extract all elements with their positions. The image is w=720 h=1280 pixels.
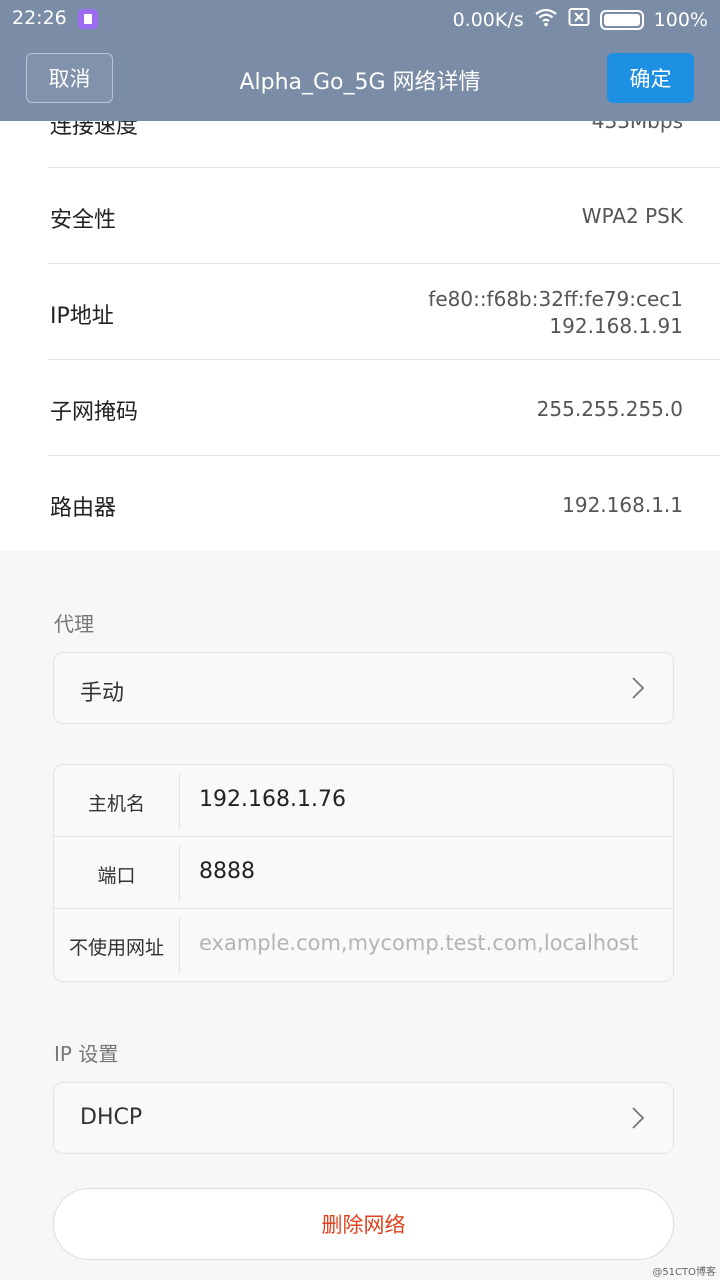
bypass-label: 不使用网址: [68, 937, 164, 959]
ip-address-label: IP地址: [50, 304, 114, 329]
status-time: 22:26: [12, 7, 67, 29]
subnet-mask-value: 255.255.255.0: [536, 397, 683, 421]
ip-settings-value: DHCP: [80, 1105, 143, 1130]
ip-settings-section-label: IP 设置: [54, 1042, 119, 1066]
divider: [179, 773, 180, 829]
proxy-mode-select[interactable]: 手动: [53, 652, 674, 724]
battery-icon: [599, 9, 644, 30]
cancel-button[interactable]: 取消: [26, 53, 113, 103]
port-input[interactable]: 8888: [199, 859, 255, 884]
divider: [179, 917, 180, 973]
bypass-input[interactable]: example.com,mycomp.test.com,localhost: [199, 931, 638, 955]
chevron-right-icon: [632, 1107, 645, 1129]
ipv4-address: 192.168.1.91: [549, 314, 683, 338]
host-input[interactable]: 192.168.1.76: [199, 787, 346, 812]
ipv6-address: fe80::f68b:32ff:fe79:cec1: [428, 287, 683, 311]
proxy-host-row: 主机名 192.168.1.76: [54, 765, 673, 837]
wifi-icon: [534, 7, 558, 32]
info-row-security: 安全性 WPA2 PSK: [48, 168, 720, 264]
confirm-button[interactable]: 确定: [607, 53, 694, 103]
status-bar: 22:26 0.00K/s 100%: [0, 0, 720, 38]
info-row-ip-address: IP地址 fe80::f68b:32ff:fe79:cec1 192.168.1…: [48, 264, 720, 360]
info-row-subnet-mask: 子网掩码 255.255.255.0: [48, 360, 720, 456]
sim-icon: [568, 7, 590, 32]
proxy-mode-value: 手动: [80, 681, 125, 706]
router-label: 路由器: [50, 496, 117, 521]
host-label: 主机名: [87, 793, 145, 815]
ip-settings-select[interactable]: DHCP: [53, 1082, 674, 1154]
subnet-mask-label: 子网掩码: [50, 400, 139, 425]
proxy-port-row: 端口 8888: [54, 837, 673, 909]
divider: [179, 845, 180, 901]
battery-level: 100%: [653, 8, 708, 31]
info-row-router: 路由器 192.168.1.1: [48, 456, 720, 551]
port-label: 端口: [97, 865, 136, 887]
router-value: 192.168.1.1: [562, 493, 683, 517]
security-label: 安全性: [50, 208, 117, 233]
chevron-right-icon: [632, 677, 645, 699]
delete-network-button[interactable]: 删除网络: [53, 1188, 674, 1260]
proxy-bypass-row: 不使用网址 example.com,mycomp.test.com,localh…: [54, 909, 673, 981]
network-speed: 0.00K/s: [452, 8, 524, 31]
proxy-settings-card: 主机名 192.168.1.76 端口 8888 不使用网址 example.c…: [53, 764, 674, 982]
proxy-section-label: 代理: [54, 612, 94, 636]
watermark: @51CTO博客: [652, 1267, 716, 1278]
security-value: WPA2 PSK: [581, 204, 683, 228]
app-notification-icon: [78, 9, 98, 29]
header: 22:26 0.00K/s 100% 取消 Alpha_Go_5G 网络详情 确…: [0, 0, 720, 121]
page-title: Alpha_Go_5G 网络详情: [239, 70, 481, 95]
status-right: 0.00K/s 100%: [453, 7, 708, 32]
ip-address-value: fe80::f68b:32ff:fe79:cec1 192.168.1.91: [428, 286, 683, 340]
